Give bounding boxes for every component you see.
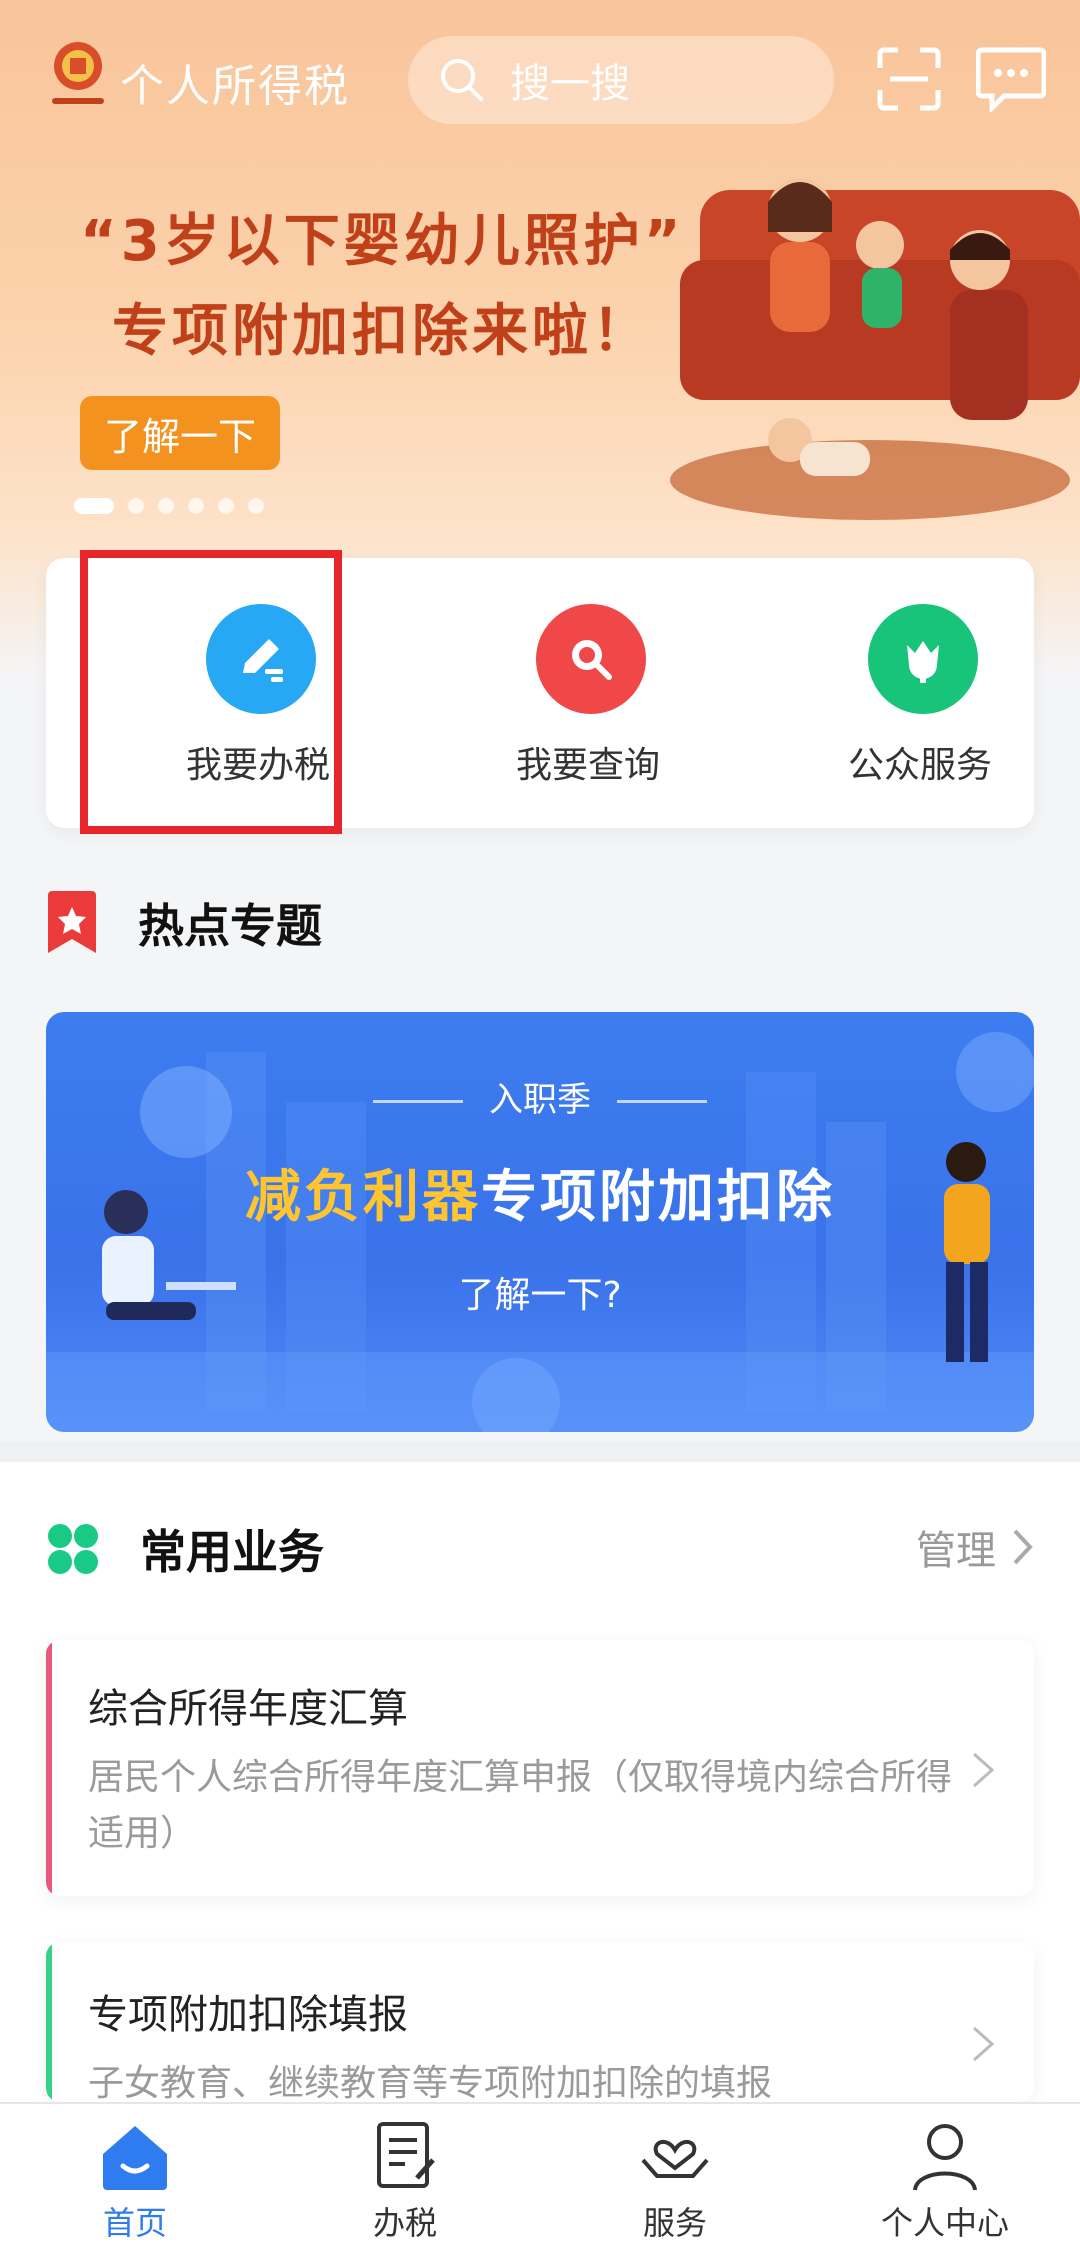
search-icon <box>572 640 612 680</box>
service-title: 专项附加扣除填报 <box>88 1992 408 2038</box>
service-description: 子女教育、继续教育等专项附加扣除的填报 <box>88 2063 773 2102</box>
tax-form-icon <box>377 2122 435 2188</box>
bookmark-star-icon <box>48 891 96 953</box>
search-input[interactable]: 搜一搜 <box>408 36 834 124</box>
quick-action-query[interactable]: 我要查询 <box>458 558 718 828</box>
common-services-title: 常用业务 <box>140 1525 324 1579</box>
promo-headline-line2: 专项附加扣除来啦！ <box>112 299 652 364</box>
tulip-icon <box>907 641 939 683</box>
scan-icon[interactable] <box>876 46 942 112</box>
carousel-indicator <box>74 498 264 514</box>
quick-action-icon-bg <box>868 604 978 714</box>
nav-tab-profile[interactable]: 个人中心 <box>810 2104 1080 2244</box>
learn-more-button[interactable]: 了解一下 <box>80 396 280 470</box>
banner-subtitle: 入职季 <box>46 1072 1034 1121</box>
banner-question: 了解一下? <box>458 1275 622 1316</box>
quick-action-public-service[interactable]: 公众服务 <box>790 558 1050 828</box>
hot-topic-banner[interactable]: 入职季 减负利器专项附加扣除 了解一下? <box>46 1012 1034 1432</box>
promo-headline-line1: “3岁以下婴幼儿照护” <box>80 209 685 274</box>
chevron-right-icon <box>973 1752 995 1788</box>
banner-title-rest: 专项附加扣除 <box>481 1165 835 1230</box>
home-icon <box>103 2126 167 2190</box>
app-title: 个人所得税 <box>120 61 350 112</box>
highlight-annotation-box <box>80 550 342 834</box>
banner-title: 减负利器专项附加扣除 <box>46 1152 1034 1233</box>
quick-action-icon-bg <box>536 604 646 714</box>
nav-label: 办税 <box>372 2204 437 2242</box>
nav-tab-home[interactable]: 首页 <box>0 2104 270 2244</box>
common-services-header: 常用业务 <box>46 1516 324 1582</box>
tax-emblem-icon <box>52 42 104 104</box>
service-card-annual-settlement[interactable]: 综合所得年度汇算 居民个人综合所得年度汇算申报（仅取得境内综合所得适用） <box>46 1640 1034 1896</box>
top-bar: 个人所得税 搜一搜 <box>0 0 1080 160</box>
family-illustration <box>670 178 1080 520</box>
carousel-dot <box>248 498 264 514</box>
nav-label: 首页 <box>102 2204 167 2242</box>
carousel-dot <box>188 498 204 514</box>
heart-hands-icon <box>641 2139 709 2178</box>
carousel-dot <box>158 498 174 514</box>
search-placeholder: 搜一搜 <box>510 61 630 107</box>
manage-link[interactable]: 管理 <box>916 1518 1034 1576</box>
carousel-dot-active <box>74 498 114 514</box>
manage-label: 管理 <box>916 1528 996 1574</box>
chevron-right-icon <box>1013 1529 1033 1565</box>
message-icon[interactable] <box>976 46 1046 112</box>
service-card-special-deduction[interactable]: 专项附加扣除填报 子女教育、继续教育等专项附加扣除的填报 <box>46 1942 1034 2102</box>
quick-action-label: 我要查询 <box>515 745 660 786</box>
nav-label: 服务 <box>642 2204 707 2242</box>
search-icon <box>441 59 483 101</box>
nav-tab-service[interactable]: 服务 <box>540 2104 810 2244</box>
nav-tab-tax[interactable]: 办税 <box>270 2104 540 2244</box>
quick-action-label: 公众服务 <box>847 745 992 786</box>
hot-topics-header: 热点专题 <box>46 890 322 956</box>
section-divider <box>0 1442 1080 1462</box>
nav-label: 个人中心 <box>880 2204 1009 2242</box>
grid-clover-icon <box>48 1524 98 1574</box>
card-accent-bar <box>46 1942 52 2102</box>
bottom-navigation: 首页 办税 服务 个人中心 <box>0 2102 1080 2244</box>
banner-title-accent: 减负利器 <box>245 1165 481 1230</box>
carousel-dot <box>218 498 234 514</box>
chevron-right-icon <box>973 2026 995 2062</box>
hot-topics-title: 热点专题 <box>138 899 322 953</box>
user-icon <box>913 2124 977 2191</box>
service-title: 综合所得年度汇算 <box>88 1686 408 1732</box>
service-description: 居民个人综合所得年度汇算申报（仅取得境内综合所得适用） <box>88 1757 953 1854</box>
card-accent-bar <box>46 1640 52 1896</box>
carousel-dot <box>128 498 144 514</box>
